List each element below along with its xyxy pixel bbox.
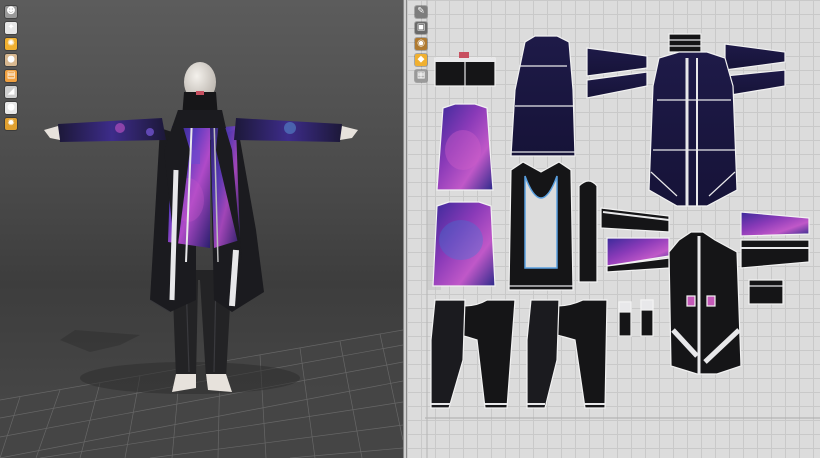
wireframe-icon[interactable]: ◢ (5, 86, 17, 98)
grid-settings-icon[interactable]: ▦ (415, 70, 427, 82)
texture-mode-icon[interactable]: ◉ (415, 38, 427, 50)
texture-display-icon-glyph: ▤ (6, 70, 16, 81)
pattern-collar[interactable] (668, 33, 702, 53)
3d-toolbar: ☻ ✦ ✺ ● ▤ ◢ ● ✹ (5, 6, 19, 130)
avatar-display-icon-glyph: ☻ (6, 6, 16, 17)
pattern-coat-front[interactable] (668, 231, 742, 375)
pattern-center-bodice[interactable] (508, 161, 574, 291)
texture-display-icon[interactable]: ▤ (5, 70, 17, 82)
render-settings-icon-glyph: ✹ (7, 118, 15, 129)
pattern-display-icon[interactable]: ▣ (415, 22, 427, 34)
pattern-sleeve-upper-left[interactable] (586, 47, 648, 99)
pattern-print-front-2[interactable] (432, 201, 496, 287)
avatar-skin-icon-glyph: ● (7, 54, 15, 65)
simulation-icon-glyph: ✺ (7, 38, 15, 49)
pattern-print-front-1[interactable] (436, 103, 494, 191)
cast-shadow (60, 330, 140, 352)
sewing-line-icon[interactable]: ◆ (415, 54, 427, 66)
2d-pattern-window[interactable]: ✎ ▣ ◉ ◆ ▦ (407, 0, 820, 458)
pattern-trouser-right[interactable] (526, 299, 608, 409)
pattern-trouser-left[interactable] (430, 299, 516, 409)
3d-viewport[interactable]: ☻ ✦ ✺ ● ▤ ◢ ● ✹ (0, 0, 403, 458)
fabric-render-icon-glyph: ● (7, 102, 15, 113)
pattern-coat-back[interactable] (648, 51, 738, 207)
pattern-strap[interactable] (578, 180, 598, 283)
pattern-canvas[interactable] (407, 0, 820, 458)
avatar-skin-icon[interactable]: ● (5, 54, 17, 66)
garment-display-icon-glyph: ✦ (7, 22, 15, 33)
texture-mode-icon-glyph: ◉ (417, 38, 425, 49)
pattern-display-icon-glyph: ▣ (416, 22, 426, 33)
pattern-sleeve-upper-right[interactable] (724, 43, 786, 97)
3d-scene[interactable] (0, 0, 403, 458)
grid-settings-icon-glyph: ▦ (416, 70, 426, 81)
pattern-front-bodice[interactable] (510, 35, 576, 157)
avatar-head (174, 62, 226, 128)
garment-display-icon[interactable]: ✦ (5, 22, 17, 34)
pattern-print-sleeve-left[interactable] (600, 207, 670, 273)
pattern-waistband[interactable] (434, 52, 496, 87)
pattern-select-icon-glyph: ✎ (417, 6, 425, 17)
sewing-line-icon-glyph: ◆ (417, 54, 425, 65)
pattern-select-icon[interactable]: ✎ (415, 6, 427, 18)
avatar-display-icon[interactable]: ☻ (5, 6, 17, 18)
render-settings-icon[interactable]: ✹ (5, 118, 17, 130)
2d-toolbar: ✎ ▣ ◉ ◆ ▦ (415, 6, 429, 82)
fabric-render-icon[interactable]: ● (5, 102, 17, 114)
wireframe-icon-glyph: ◢ (7, 86, 15, 97)
pattern-print-sleeve-right[interactable] (740, 211, 810, 269)
floor-grid (0, 329, 403, 458)
simulation-icon[interactable]: ✺ (5, 38, 17, 50)
